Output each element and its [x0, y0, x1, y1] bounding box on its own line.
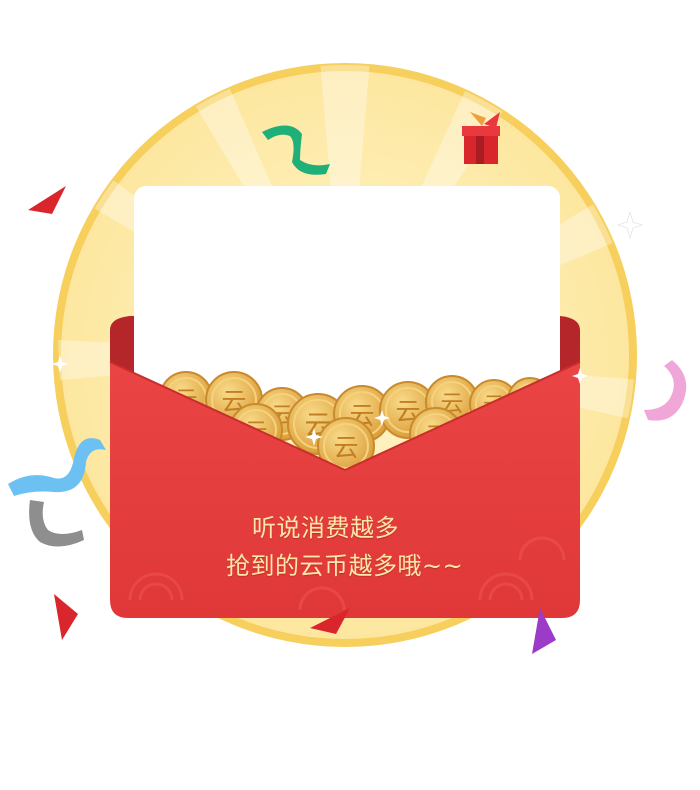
sparkle-icon — [617, 210, 643, 240]
red-envelope-illustration: 云云云云云云云云云云云云 — [8, 63, 687, 654]
ribbon-gray — [29, 500, 84, 547]
ribbon-pink — [644, 360, 687, 421]
promo-line-1: 听说消费越多 — [252, 514, 399, 542]
confetti-red-left — [28, 186, 66, 214]
coin-glyph: 云 — [333, 433, 358, 462]
confetti-red-bottom-left — [54, 594, 78, 640]
promo-line-2: 抢到的云币越多哦~~ — [226, 552, 464, 580]
